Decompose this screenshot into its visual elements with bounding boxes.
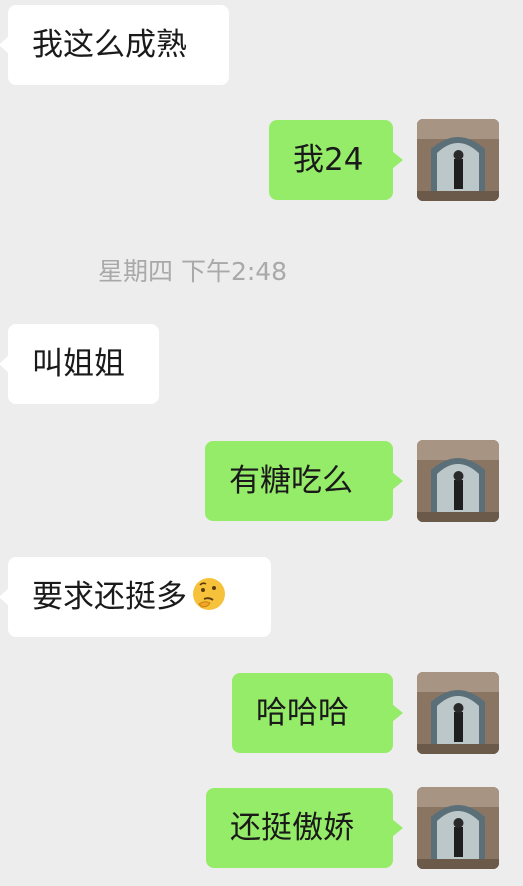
avatar-photo <box>417 787 499 869</box>
avatar-photo <box>417 672 499 754</box>
incoming-message-bubble[interactable]: 要求还挺多 <box>0 557 271 637</box>
outgoing-message-bubble[interactable]: 哈哈哈 <box>232 673 403 753</box>
user-avatar[interactable] <box>417 672 499 754</box>
message-text: 哈哈哈 <box>256 695 349 731</box>
message-text: 要求还挺多 <box>32 579 187 615</box>
user-avatar[interactable] <box>417 119 499 201</box>
thinking-face-emoji <box>193 578 225 610</box>
message-text: 还挺傲娇 <box>230 810 354 846</box>
avatar-photo <box>417 440 499 522</box>
message-text: 有糖吃么 <box>229 463 353 499</box>
user-avatar[interactable] <box>417 787 499 869</box>
incoming-message-bubble[interactable]: 我这么成熟 <box>0 5 229 85</box>
message-timestamp: 星期四 下午2:48 <box>98 257 288 286</box>
message-text: 叫姐姐 <box>32 346 125 382</box>
outgoing-message-bubble[interactable]: 还挺傲娇 <box>206 788 403 868</box>
chat-history[interactable]: 我这么成熟 我24 星期四 下午2:48 叫姐姐 有糖吃么 要求还挺多 哈哈哈 … <box>0 0 523 886</box>
outgoing-message-bubble[interactable]: 我24 <box>269 120 403 200</box>
message-text: 我24 <box>293 142 364 178</box>
avatar-photo <box>417 119 499 201</box>
outgoing-message-bubble[interactable]: 有糖吃么 <box>205 441 403 521</box>
message-text: 我这么成熟 <box>32 27 187 63</box>
incoming-message-bubble[interactable]: 叫姐姐 <box>0 324 159 404</box>
user-avatar[interactable] <box>417 440 499 522</box>
